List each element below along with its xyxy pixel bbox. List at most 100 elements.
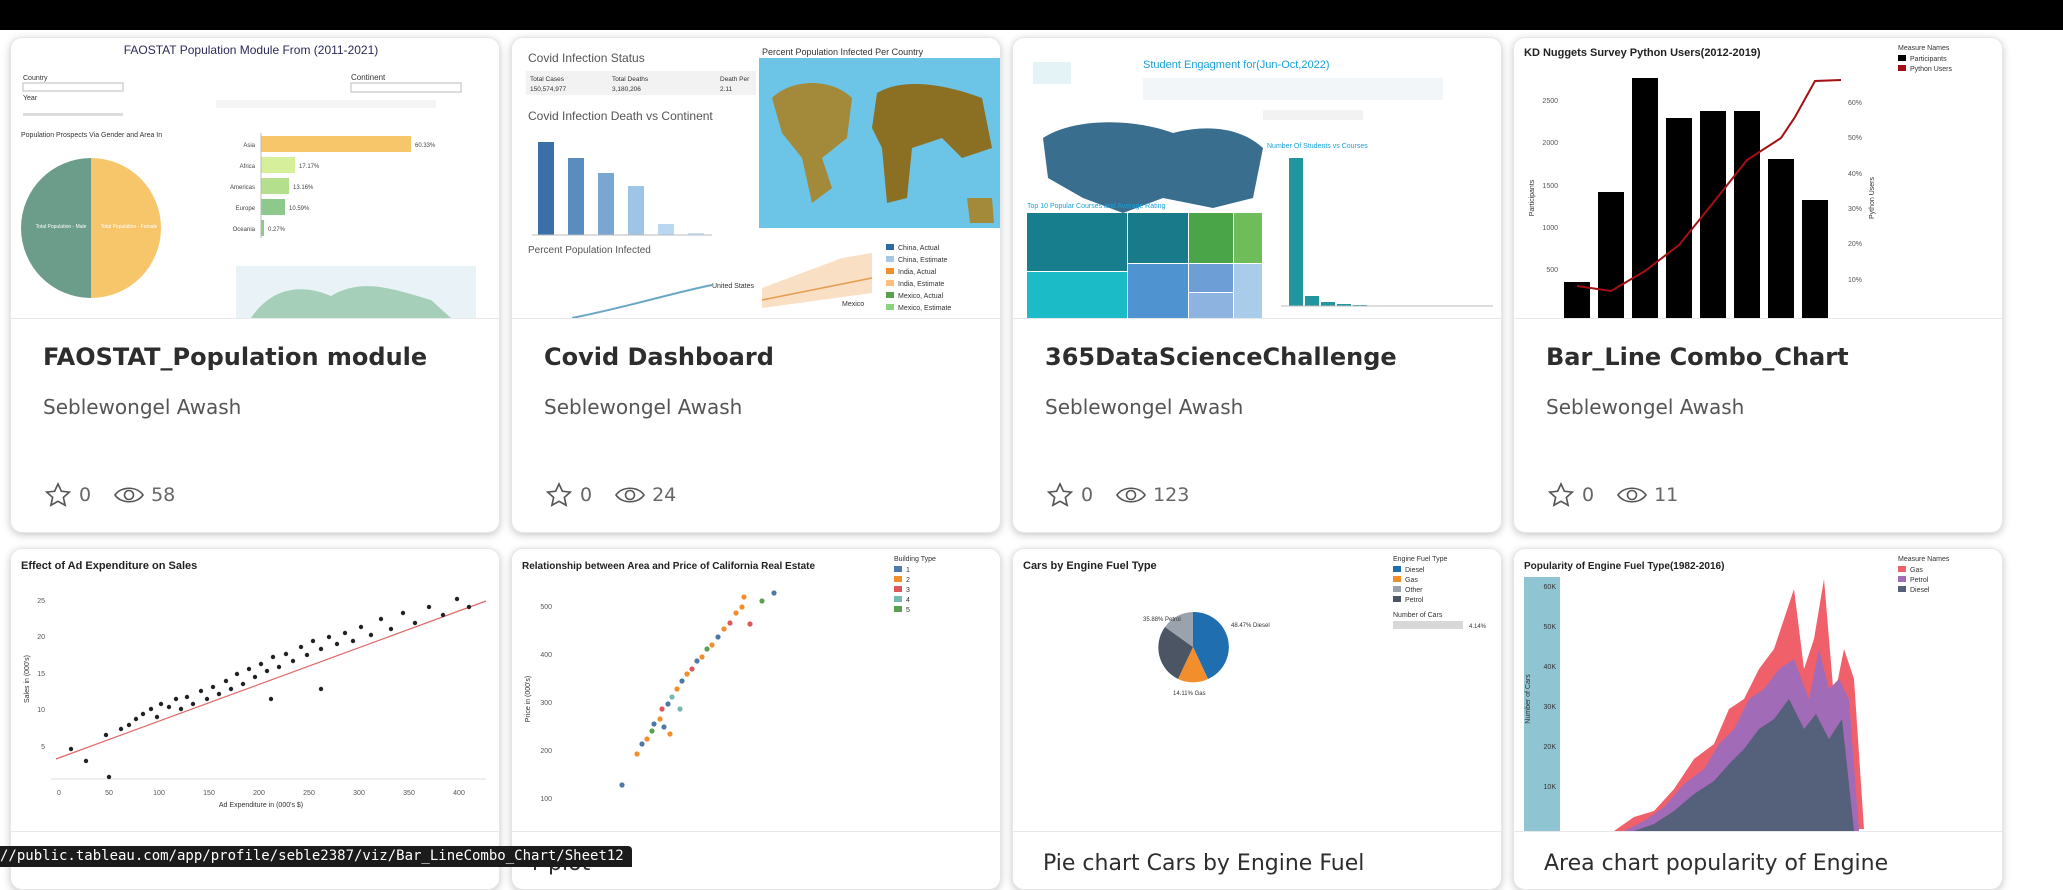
svg-text:1: 1 (906, 567, 910, 574)
card-title[interactable]: Covid Dashboard (544, 343, 774, 371)
svg-text:Mexico, Estimate: Mexico, Estimate (898, 305, 951, 312)
viz-thumbnail[interactable]: KD Nuggets Survey Python Users(2012-2019… (1514, 38, 2002, 319)
svg-text:25: 25 (37, 598, 45, 605)
svg-text:20%: 20% (1848, 241, 1862, 248)
svg-text:Price in (000's): Price in (000's) (525, 676, 532, 722)
svg-text:60%: 60% (1848, 100, 1862, 107)
svg-text:60.33%: 60.33% (415, 143, 436, 149)
svg-text:Total Cases: Total Cases (530, 76, 565, 83)
viz-thumbnail[interactable]: Popularity of Engine Fuel Type(1982-2016… (1514, 549, 2002, 832)
viz-thumbnail[interactable]: Relationship between Area and Price of C… (512, 549, 1000, 832)
card-author[interactable]: Seblewongel Awash (544, 395, 742, 419)
svg-text:50%: 50% (1848, 135, 1862, 142)
svg-text:250: 250 (303, 790, 315, 797)
svg-text:35.88% Petrol: 35.88% Petrol (1143, 617, 1181, 623)
viz-card-ad-expenditure[interactable]: Effect of Ad Expenditure on Sales 0 50 1… (10, 548, 500, 890)
bar-series (1564, 78, 1828, 318)
card-title[interactable]: FAOSTAT_Population module (43, 343, 427, 371)
svg-text:Diesel: Diesel (1910, 587, 1930, 594)
svg-text:Total Population - Female: Total Population - Female (101, 224, 158, 230)
svg-text:2: 2 (906, 577, 910, 584)
favorite-count: 0 (1582, 484, 1595, 506)
svg-text:20K: 20K (1544, 744, 1557, 751)
svg-text:Number of Cars: Number of Cars (1393, 612, 1443, 619)
card-title[interactable]: Area chart popularity of Engine (1544, 851, 1888, 876)
svg-text:2000: 2000 (1542, 140, 1558, 147)
card-title[interactable]: Pie chart Cars by Engine Fuel (1043, 851, 1364, 876)
svg-text:48.47% Diesel: 48.47% Diesel (1231, 623, 1270, 629)
svg-text:60K: 60K (1544, 584, 1557, 591)
star-icon[interactable] (1546, 481, 1576, 509)
svg-text:350: 350 (403, 790, 415, 797)
svg-text:Building Type: Building Type (894, 556, 936, 563)
svg-text:200: 200 (253, 790, 265, 797)
svg-text:17.17%: 17.17% (299, 164, 320, 170)
svg-text:Percent Population Infected: Percent Population Infected (528, 245, 651, 256)
svg-text:Petrol: Petrol (1910, 577, 1929, 584)
card-stats: 0 58 (43, 480, 197, 510)
continent-bar-chart (532, 142, 712, 236)
svg-text:Number of Cars: Number of Cars (1525, 674, 1532, 724)
card-author[interactable]: Seblewongel Awash (43, 395, 241, 419)
svg-text:Petrol: Petrol (1405, 597, 1424, 604)
viz-thumbnail[interactable]: FAOSTAT Population Module From (2011-202… (11, 38, 499, 319)
svg-text:Ad Expenditure in (000's $): Ad Expenditure in (000's $) (219, 802, 303, 809)
svg-text:3,180,206: 3,180,206 (612, 86, 641, 93)
svg-text:50: 50 (105, 790, 113, 797)
favorite-count: 0 (1081, 484, 1094, 506)
card-title[interactable]: 365DataScienceChallenge (1045, 343, 1397, 371)
svg-text:30%: 30% (1848, 206, 1862, 213)
svg-text:Sales in (000's): Sales in (000's) (24, 655, 31, 703)
svg-text:500: 500 (540, 604, 552, 611)
svg-text:Popularity of Engine Fuel Type: Popularity of Engine Fuel Type(1982-2016… (1524, 561, 1724, 572)
svg-text:Total Deaths: Total Deaths (612, 76, 649, 83)
svg-text:Death Per: Death Per (720, 76, 750, 83)
viz-thumbnail[interactable]: Covid Infection Status Total Cases Total… (512, 38, 1000, 319)
svg-text:Diesel: Diesel (1405, 567, 1425, 574)
card-title[interactable]: Bar_Line Combo_Chart (1546, 343, 1849, 371)
svg-text:Number Of Students vs Courses: Number Of Students vs Courses (1267, 143, 1368, 150)
svg-text:Covid Infection Status: Covid Infection Status (528, 51, 645, 65)
svg-text:40%: 40% (1848, 171, 1862, 178)
svg-text:Measure Names: Measure Names (1898, 556, 1950, 563)
star-icon[interactable] (43, 481, 73, 509)
svg-text:150: 150 (203, 790, 215, 797)
svg-text:Other: Other (1405, 587, 1423, 594)
viz-thumbnail[interactable]: Student Engagment for(Jun-Oct,2022) Numb… (1013, 38, 1501, 319)
viz-card-area-engine-fuel[interactable]: Popularity of Engine Fuel Type(1982-2016… (1513, 548, 2003, 890)
card-stats: 0 24 (544, 480, 698, 510)
svg-text:Mexico: Mexico (842, 301, 864, 308)
svg-text:100: 100 (540, 796, 552, 803)
viz-thumbnail[interactable]: Effect of Ad Expenditure on Sales 0 50 1… (11, 549, 499, 832)
viz-card-faostat[interactable]: FAOSTAT Population Module From (2011-202… (10, 37, 500, 533)
card-author[interactable]: Seblewongel Awash (1045, 395, 1243, 419)
svg-text:10: 10 (37, 707, 45, 714)
svg-text:India, Actual: India, Actual (898, 269, 937, 276)
view-count: 123 (1153, 484, 1190, 506)
thumb-heading: FAOSTAT Population Module From (2011-202… (124, 43, 379, 57)
svg-text:Country: Country (23, 75, 48, 82)
scatter-points (619, 590, 777, 788)
svg-text:Oceania: Oceania (233, 227, 256, 233)
svg-text:10%: 10% (1848, 277, 1862, 284)
svg-text:300: 300 (353, 790, 365, 797)
viz-card-pie-engine-fuel[interactable]: Cars by Engine Fuel Type Engine Fuel Typ… (1012, 548, 1502, 890)
svg-text:30K: 30K (1544, 704, 1557, 711)
regression-line (55, 600, 487, 760)
view-count: 24 (652, 484, 677, 506)
card-author[interactable]: Seblewongel Awash (1546, 395, 1744, 419)
viz-card-bar-line-combo[interactable]: KD Nuggets Survey Python Users(2012-2019… (1513, 37, 2003, 533)
viz-thumbnail[interactable]: Cars by Engine Fuel Type Engine Fuel Typ… (1013, 549, 1501, 832)
star-icon[interactable] (544, 481, 574, 509)
star-icon[interactable] (1045, 481, 1075, 509)
svg-text:Python Users: Python Users (1910, 66, 1953, 73)
svg-text:Gas: Gas (1910, 567, 1923, 574)
svg-text:Student Engagment for(Jun-Oct,: Student Engagment for(Jun-Oct,2022) (1143, 59, 1330, 71)
view-count: 58 (151, 484, 176, 506)
svg-text:5: 5 (41, 744, 45, 751)
svg-text:400: 400 (540, 652, 552, 659)
viz-card-covid[interactable]: Covid Infection Status Total Cases Total… (511, 37, 1001, 533)
svg-text:2500: 2500 (1542, 98, 1558, 105)
viz-card-365datascience[interactable]: Student Engagment for(Jun-Oct,2022) Numb… (1012, 37, 1502, 533)
viz-card-california-scatter[interactable]: Relationship between Area and Price of C… (511, 548, 1001, 890)
